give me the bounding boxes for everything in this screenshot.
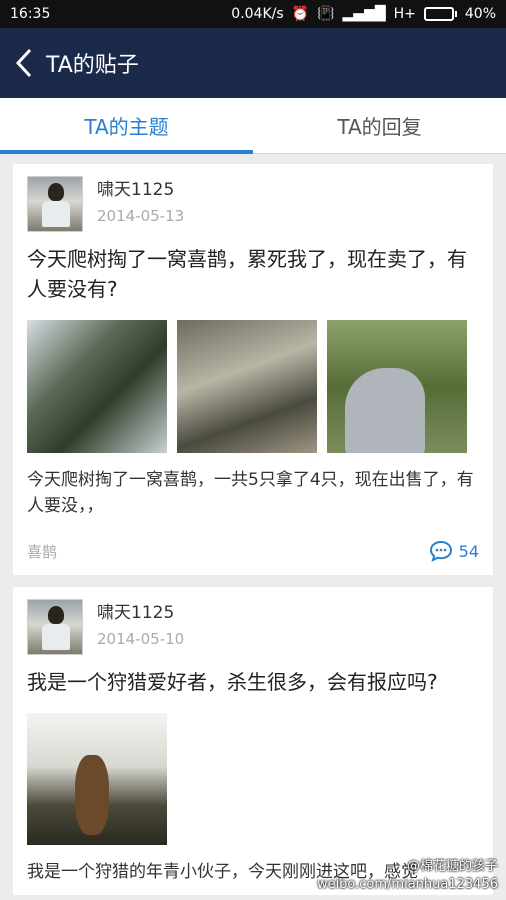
post-image[interactable]	[27, 713, 167, 845]
post-card[interactable]: 啸天1125 2014-05-10 我是一个狩猎爱好者，杀生很多，会有报应吗? …	[13, 587, 493, 895]
post-body: 今天爬树掏了一窝喜鹊，一共5只拿了4只，现在出售了，有人要没，，	[27, 470, 474, 516]
avatar[interactable]	[27, 599, 83, 655]
post-author: 啸天1125 2014-05-10	[27, 599, 479, 655]
post-footer: 喜鹊 54	[27, 537, 479, 565]
status-time: 16:35	[10, 6, 51, 22]
nav-bar: TA的贴子	[0, 28, 506, 98]
comment-count-button[interactable]: 54	[429, 540, 479, 562]
chevron-left-icon[interactable]	[14, 48, 36, 78]
avatar[interactable]	[27, 176, 83, 232]
author-name[interactable]: 啸天1125	[97, 601, 184, 625]
watermark-handle: @棉花糖的孩子	[406, 859, 498, 874]
post-author: 啸天1125 2014-05-13	[27, 176, 479, 232]
post-image[interactable]	[327, 320, 467, 453]
battery-percent: 40%	[464, 6, 496, 22]
tab-bar: TA的主题 TA的回复	[0, 98, 506, 154]
post-tag[interactable]: 喜鹊	[27, 541, 57, 562]
page-title: TA的贴子	[46, 53, 139, 78]
vibrate-icon: 📳	[317, 6, 335, 22]
post-feed: 啸天1125 2014-05-13 今天爬树掏了一窝喜鹊，累死我了，现在卖了，有…	[0, 154, 506, 895]
network-type: H+	[393, 6, 416, 22]
watermark: @棉花糖的孩子 weibo.com/mianhua123456	[317, 858, 498, 894]
signal-icon: ▂▄▆█	[342, 6, 386, 22]
alarm-icon: ⏰	[291, 6, 310, 22]
post-date: 2014-05-10	[97, 630, 185, 648]
post-images	[27, 713, 479, 845]
comment-count: 54	[458, 541, 479, 561]
post-date: 2014-05-13	[97, 207, 185, 225]
watermark-url: weibo.com/mianhua123456	[316, 877, 498, 892]
comment-icon	[429, 540, 452, 562]
author-name[interactable]: 啸天1125	[97, 178, 184, 202]
status-bar: 16:35 0.04K/s ⏰ 📳 ▂▄▆█ H+ 40%	[0, 0, 506, 28]
post-image[interactable]	[27, 320, 167, 453]
post-card[interactable]: 啸天1125 2014-05-13 今天爬树掏了一窝喜鹊，累死我了，现在卖了，有…	[13, 164, 493, 575]
network-speed: 0.04K/s	[231, 6, 284, 22]
tab-replies[interactable]: TA的回复	[253, 98, 506, 153]
status-indicators: 0.04K/s ⏰ 📳 ▂▄▆█ H+ 40%	[231, 6, 496, 22]
battery-icon	[423, 7, 457, 21]
post-image[interactable]	[177, 320, 317, 453]
post-title[interactable]: 今天爬树掏了一窝喜鹊，累死我了，现在卖了，有人要没有?	[27, 244, 479, 304]
tab-topics[interactable]: TA的主题	[0, 98, 253, 154]
post-images	[27, 320, 479, 453]
post-title[interactable]: 我是一个狩猎爱好者，杀生很多，会有报应吗?	[27, 667, 479, 697]
